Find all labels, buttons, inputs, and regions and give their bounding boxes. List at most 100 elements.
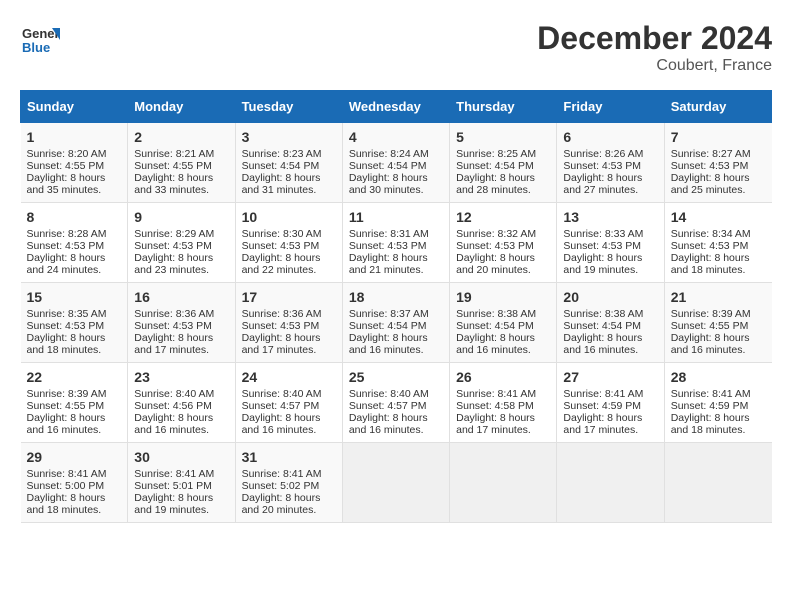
day-info: Sunrise: 8:40 AM bbox=[134, 388, 228, 400]
day-info: Daylight: 8 hours bbox=[671, 172, 766, 184]
day-info: Daylight: 8 hours bbox=[27, 172, 122, 184]
calendar-cell: 8Sunrise: 8:28 AMSunset: 4:53 PMDaylight… bbox=[21, 203, 128, 283]
day-info: Sunset: 4:55 PM bbox=[27, 400, 122, 412]
day-number: 17 bbox=[242, 289, 336, 305]
calendar-table: SundayMondayTuesdayWednesdayThursdayFrid… bbox=[20, 90, 772, 523]
day-info: and 28 minutes. bbox=[456, 184, 550, 196]
calendar-cell: 2Sunrise: 8:21 AMSunset: 4:55 PMDaylight… bbox=[128, 123, 235, 203]
day-info: and 27 minutes. bbox=[563, 184, 657, 196]
day-info: and 31 minutes. bbox=[242, 184, 336, 196]
calendar-cell: 14Sunrise: 8:34 AMSunset: 4:53 PMDayligh… bbox=[664, 203, 771, 283]
day-info: and 17 minutes. bbox=[563, 424, 657, 436]
day-info: Daylight: 8 hours bbox=[242, 252, 336, 264]
day-info: Sunrise: 8:35 AM bbox=[27, 308, 122, 320]
calendar-cell bbox=[342, 443, 449, 523]
day-info: and 20 minutes. bbox=[242, 504, 336, 516]
day-number: 21 bbox=[671, 289, 766, 305]
day-info: Sunrise: 8:39 AM bbox=[27, 388, 122, 400]
day-number: 7 bbox=[671, 129, 766, 145]
day-info: Sunset: 4:53 PM bbox=[134, 240, 228, 252]
calendar-cell: 10Sunrise: 8:30 AMSunset: 4:53 PMDayligh… bbox=[235, 203, 342, 283]
logo-icon: General Blue bbox=[20, 20, 60, 60]
day-info: Sunset: 4:59 PM bbox=[671, 400, 766, 412]
day-info: Sunset: 4:53 PM bbox=[563, 240, 657, 252]
day-info: Daylight: 8 hours bbox=[456, 332, 550, 344]
day-info: Daylight: 8 hours bbox=[134, 332, 228, 344]
calendar-cell: 17Sunrise: 8:36 AMSunset: 4:53 PMDayligh… bbox=[235, 283, 342, 363]
day-number: 11 bbox=[349, 209, 443, 225]
day-info: Sunrise: 8:21 AM bbox=[134, 148, 228, 160]
day-info: and 16 minutes. bbox=[134, 424, 228, 436]
day-info: Sunset: 4:57 PM bbox=[349, 400, 443, 412]
day-number: 5 bbox=[456, 129, 550, 145]
day-info: Sunrise: 8:33 AM bbox=[563, 228, 657, 240]
calendar-cell: 26Sunrise: 8:41 AMSunset: 4:58 PMDayligh… bbox=[450, 363, 557, 443]
day-number: 18 bbox=[349, 289, 443, 305]
day-number: 24 bbox=[242, 369, 336, 385]
day-number: 19 bbox=[456, 289, 550, 305]
day-info: and 16 minutes. bbox=[349, 344, 443, 356]
calendar-cell: 13Sunrise: 8:33 AMSunset: 4:53 PMDayligh… bbox=[557, 203, 664, 283]
day-info: and 16 minutes. bbox=[349, 424, 443, 436]
day-info: Daylight: 8 hours bbox=[671, 332, 766, 344]
day-info: Sunrise: 8:39 AM bbox=[671, 308, 766, 320]
day-info: and 17 minutes. bbox=[242, 344, 336, 356]
col-header-wednesday: Wednesday bbox=[342, 91, 449, 123]
calendar-cell: 4Sunrise: 8:24 AMSunset: 4:54 PMDaylight… bbox=[342, 123, 449, 203]
day-number: 3 bbox=[242, 129, 336, 145]
day-info: Sunrise: 8:36 AM bbox=[134, 308, 228, 320]
day-info: Sunset: 4:53 PM bbox=[456, 240, 550, 252]
calendar-cell: 1Sunrise: 8:20 AMSunset: 4:55 PMDaylight… bbox=[21, 123, 128, 203]
day-info: Sunset: 4:53 PM bbox=[349, 240, 443, 252]
calendar-cell: 18Sunrise: 8:37 AMSunset: 4:54 PMDayligh… bbox=[342, 283, 449, 363]
calendar-cell: 16Sunrise: 8:36 AMSunset: 4:53 PMDayligh… bbox=[128, 283, 235, 363]
calendar-cell: 6Sunrise: 8:26 AMSunset: 4:53 PMDaylight… bbox=[557, 123, 664, 203]
day-info: Sunset: 4:53 PM bbox=[27, 320, 122, 332]
day-info: and 16 minutes. bbox=[563, 344, 657, 356]
day-info: and 18 minutes. bbox=[671, 264, 766, 276]
day-info: Daylight: 8 hours bbox=[242, 412, 336, 424]
week-row-5: 29Sunrise: 8:41 AMSunset: 5:00 PMDayligh… bbox=[21, 443, 772, 523]
calendar-cell: 29Sunrise: 8:41 AMSunset: 5:00 PMDayligh… bbox=[21, 443, 128, 523]
day-info: Daylight: 8 hours bbox=[563, 332, 657, 344]
day-info: and 20 minutes. bbox=[456, 264, 550, 276]
day-number: 8 bbox=[27, 209, 122, 225]
day-info: Sunrise: 8:36 AM bbox=[242, 308, 336, 320]
col-header-sunday: Sunday bbox=[21, 91, 128, 123]
day-info: Sunrise: 8:24 AM bbox=[349, 148, 443, 160]
day-info: and 23 minutes. bbox=[134, 264, 228, 276]
day-info: and 16 minutes. bbox=[27, 424, 122, 436]
day-info: Sunset: 4:54 PM bbox=[456, 160, 550, 172]
day-number: 26 bbox=[456, 369, 550, 385]
day-info: Sunrise: 8:29 AM bbox=[134, 228, 228, 240]
day-info: Daylight: 8 hours bbox=[242, 172, 336, 184]
calendar-cell: 22Sunrise: 8:39 AMSunset: 4:55 PMDayligh… bbox=[21, 363, 128, 443]
day-number: 16 bbox=[134, 289, 228, 305]
day-info: Sunset: 4:54 PM bbox=[349, 160, 443, 172]
day-info: Sunset: 4:55 PM bbox=[134, 160, 228, 172]
day-info: Daylight: 8 hours bbox=[27, 332, 122, 344]
day-info: Sunset: 4:53 PM bbox=[242, 240, 336, 252]
day-info: Sunrise: 8:27 AM bbox=[671, 148, 766, 160]
svg-text:Blue: Blue bbox=[22, 40, 50, 55]
day-info: Sunrise: 8:41 AM bbox=[671, 388, 766, 400]
day-info: Daylight: 8 hours bbox=[349, 412, 443, 424]
day-info: Daylight: 8 hours bbox=[27, 412, 122, 424]
calendar-cell: 7Sunrise: 8:27 AMSunset: 4:53 PMDaylight… bbox=[664, 123, 771, 203]
col-header-thursday: Thursday bbox=[450, 91, 557, 123]
day-info: Daylight: 8 hours bbox=[134, 252, 228, 264]
calendar-cell: 31Sunrise: 8:41 AMSunset: 5:02 PMDayligh… bbox=[235, 443, 342, 523]
day-info: Sunrise: 8:37 AM bbox=[349, 308, 443, 320]
day-info: Daylight: 8 hours bbox=[563, 252, 657, 264]
calendar-cell: 24Sunrise: 8:40 AMSunset: 4:57 PMDayligh… bbox=[235, 363, 342, 443]
calendar-cell: 19Sunrise: 8:38 AMSunset: 4:54 PMDayligh… bbox=[450, 283, 557, 363]
day-info: Sunset: 4:54 PM bbox=[456, 320, 550, 332]
day-info: Daylight: 8 hours bbox=[242, 492, 336, 504]
day-info: Daylight: 8 hours bbox=[671, 412, 766, 424]
day-info: Sunrise: 8:41 AM bbox=[563, 388, 657, 400]
calendar-cell bbox=[450, 443, 557, 523]
day-info: and 19 minutes. bbox=[134, 504, 228, 516]
week-row-2: 8Sunrise: 8:28 AMSunset: 4:53 PMDaylight… bbox=[21, 203, 772, 283]
col-header-monday: Monday bbox=[128, 91, 235, 123]
calendar-cell: 21Sunrise: 8:39 AMSunset: 4:55 PMDayligh… bbox=[664, 283, 771, 363]
